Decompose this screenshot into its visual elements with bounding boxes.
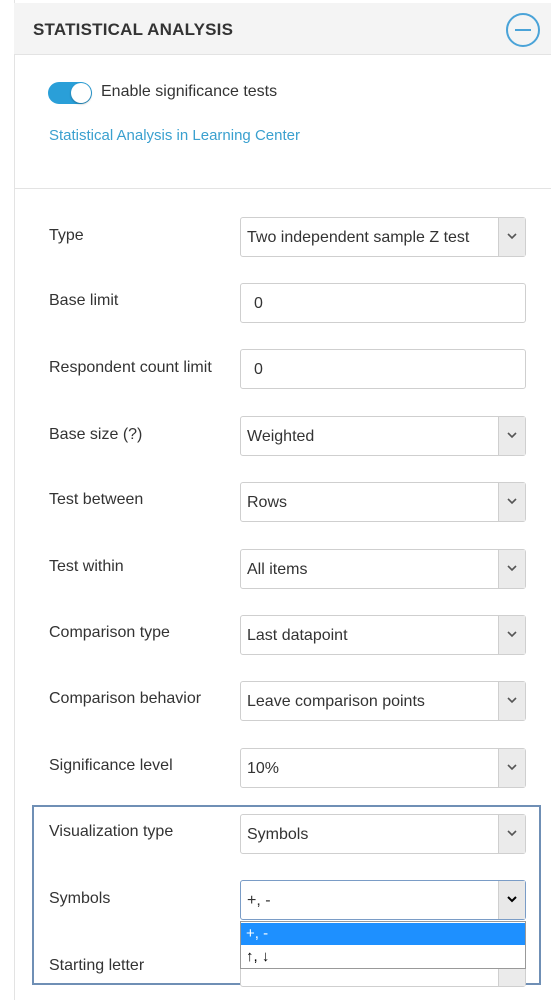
significance-level-label: Significance level [49, 757, 173, 774]
respondent-count-limit-label: Respondent count limit [49, 359, 212, 376]
respondent-count-limit-value: 0 [254, 361, 263, 378]
type-value: Two independent sample Z test [247, 229, 470, 246]
toggle-label: Enable significance tests [101, 83, 278, 100]
symbols-select[interactable]: +, - [240, 880, 526, 920]
test-between-select[interactable]: Rows [240, 482, 526, 522]
symbols-value: +, - [247, 892, 271, 909]
type-label: Type [49, 227, 84, 244]
test-between-label: Test between [49, 491, 144, 508]
test-within-label: Test within [49, 558, 124, 575]
symbols-dropdown-list: +, - ↑, ↓ [240, 921, 526, 969]
comparison-behavior-select[interactable]: Leave comparison points [240, 681, 526, 721]
chevron-down-icon[interactable] [498, 881, 525, 919]
visualization-type-label: Visualization type [49, 823, 174, 840]
comparison-behavior-value: Leave comparison points [247, 693, 425, 710]
comparison-type-value: Last datapoint [247, 627, 348, 644]
significance-level-select[interactable]: 10% [240, 748, 526, 788]
chevron-down-icon[interactable] [498, 483, 525, 521]
panel-header: STATISTICAL ANALYSIS [14, 3, 551, 55]
base-size-select[interactable]: Weighted [240, 416, 526, 456]
significance-toggle[interactable] [48, 82, 92, 104]
starting-letter-label: Starting letter [49, 957, 145, 974]
chevron-down-icon[interactable] [498, 616, 525, 654]
chevron-down-icon[interactable] [498, 550, 525, 588]
visualization-type-select[interactable]: Symbols [240, 814, 526, 854]
divider [14, 188, 551, 189]
comparison-type-select[interactable]: Last datapoint [240, 615, 526, 655]
test-between-value: Rows [247, 494, 288, 511]
chevron-down-icon[interactable] [498, 815, 525, 853]
visualization-type-value: Symbols [247, 826, 309, 843]
chevron-down-icon[interactable] [498, 682, 525, 720]
respondent-count-limit-input[interactable]: 0 [240, 349, 526, 389]
learning-center-link[interactable]: Statistical Analysis in Learning Center [49, 127, 300, 144]
test-within-select[interactable]: All items [240, 549, 526, 589]
dropdown-option-plus-minus[interactable]: +, - [241, 923, 525, 945]
toggle-knob [71, 83, 91, 103]
base-size-value: Weighted [247, 428, 315, 445]
test-within-value: All items [247, 561, 308, 578]
chevron-down-icon[interactable] [498, 749, 525, 787]
base-size-label: Base size (?) [49, 426, 143, 443]
type-select[interactable]: Two independent sample Z test [240, 217, 526, 257]
base-limit-label: Base limit [49, 292, 119, 309]
significance-level-value: 10% [247, 760, 280, 777]
chevron-down-icon[interactable] [498, 218, 525, 256]
chevron-down-icon[interactable] [498, 417, 525, 455]
base-limit-value: 0 [254, 295, 263, 312]
dropdown-option-arrows[interactable]: ↑, ↓ [241, 946, 525, 968]
comparison-behavior-label: Comparison behavior [49, 690, 202, 707]
minus-circle-icon[interactable] [506, 13, 540, 47]
base-limit-input[interactable]: 0 [240, 283, 526, 323]
panel-title: STATISTICAL ANALYSIS [33, 20, 234, 39]
comparison-type-label: Comparison type [49, 624, 170, 641]
symbols-label: Symbols [49, 890, 111, 907]
